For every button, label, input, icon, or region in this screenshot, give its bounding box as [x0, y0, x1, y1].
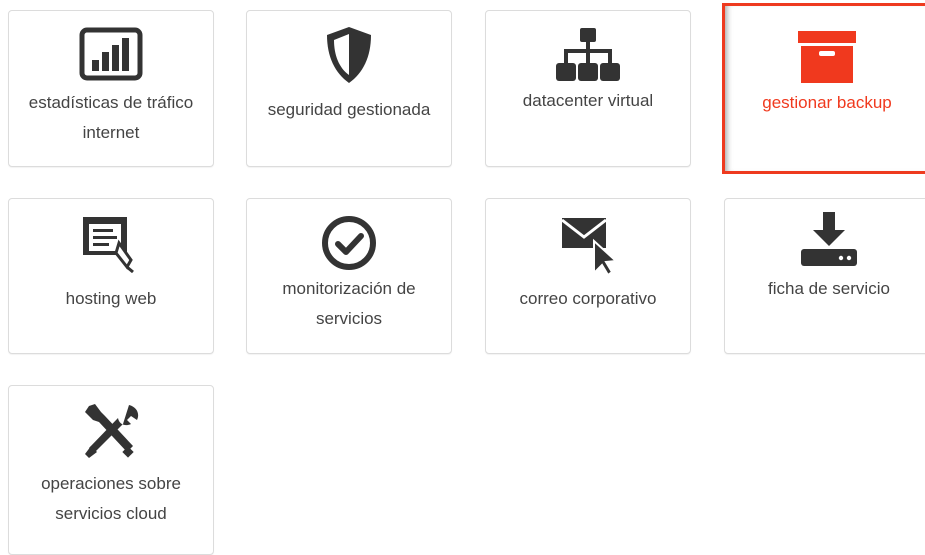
archive-box-icon [725, 30, 925, 84]
tile-monitorizacion-servicios[interactable]: monitorización de servicios [246, 198, 452, 354]
tile-estadisticas-trafico[interactable]: estadísticas de tráfico internet [8, 10, 214, 167]
tile-label: ficha de servicio [768, 279, 890, 298]
tile-label: datacenter virtual [522, 91, 654, 110]
tile-datacenter-virtual[interactable]: datacenter virtual [485, 10, 691, 167]
tile-label: correo corporativo [519, 289, 657, 308]
tile-ficha-servicio[interactable]: ficha de servicio [724, 198, 925, 354]
web-hosting-icon [9, 215, 213, 273]
download-drive-icon [725, 211, 925, 267]
shield-icon [247, 25, 451, 85]
tile-label: estadísticas de tráfico internet [28, 93, 194, 142]
tile-operaciones-cloud[interactable]: operaciones sobre servicios cloud [8, 385, 214, 555]
tile-label: gestionar backup [762, 93, 892, 112]
tile-label: seguridad gestionada [267, 100, 431, 119]
sitemap-icon [486, 27, 690, 83]
check-circle-icon [247, 215, 451, 271]
tools-icon [9, 402, 213, 460]
mail-cursor-icon [486, 215, 690, 275]
tile-correo-corporativo[interactable]: correo corporativo [485, 198, 691, 354]
tile-label: hosting web [65, 289, 157, 308]
tile-label: monitorización de servicios [282, 279, 416, 328]
bar-chart-icon [9, 27, 213, 81]
tile-gestionar-backup[interactable]: gestionar backup [722, 3, 925, 174]
tile-seguridad-gestionada[interactable]: seguridad gestionada [246, 10, 452, 167]
tile-label: operaciones sobre servicios cloud [41, 474, 181, 523]
tile-hosting-web[interactable]: hosting web [8, 198, 214, 354]
